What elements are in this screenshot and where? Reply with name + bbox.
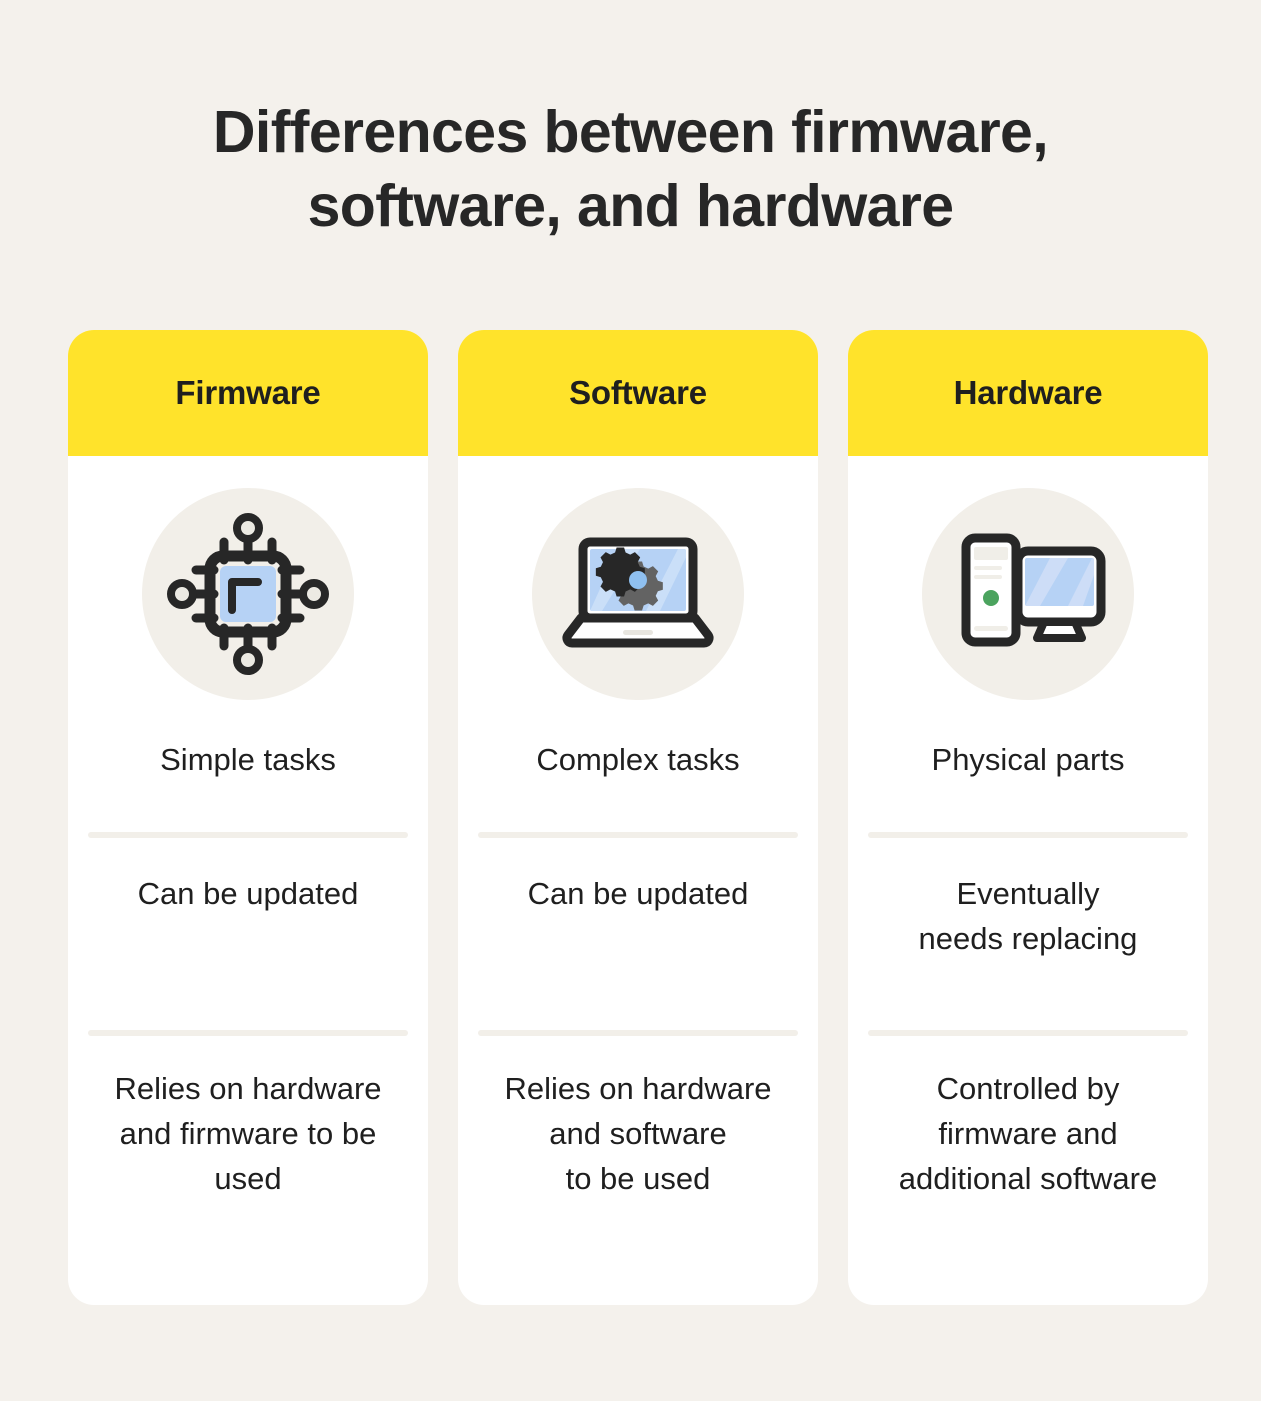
icon-circle-hardware xyxy=(922,488,1134,700)
laptop-gear-icon xyxy=(550,506,726,682)
row-software-1-text: Complex tasks xyxy=(536,742,740,777)
card-header-label-firmware: Firmware xyxy=(175,374,321,411)
row-hardware-1-text: Physical parts xyxy=(931,742,1125,777)
icon-circle-firmware xyxy=(142,488,354,700)
card-header-firmware: Firmware xyxy=(68,330,428,456)
row-hardware-1: Physical parts xyxy=(848,732,1208,832)
card-header-software: Software xyxy=(458,330,818,456)
row-hardware-2: Eventually needs replacing xyxy=(848,838,1208,1030)
card-header-label-hardware: Hardware xyxy=(953,374,1103,411)
row-software-3-text: Relies on hardware and software to be us… xyxy=(504,1071,772,1196)
card-header-hardware: Hardware xyxy=(848,330,1208,456)
page-title: Differences between firmware, software, … xyxy=(0,95,1261,243)
row-firmware-2: Can be updated xyxy=(68,838,428,1030)
desktop-computer-icon xyxy=(940,506,1116,682)
card-software: Software Complex tasks Can be updated Re… xyxy=(458,330,818,1305)
card-hardware: Hardware Physical parts Eventually needs… xyxy=(848,330,1208,1305)
row-firmware-3: Relies on hardware and firmware to be us… xyxy=(68,1036,428,1246)
microchip-icon xyxy=(160,506,336,682)
card-firmware: Firmware Simple tasks Can be updated Rel… xyxy=(68,330,428,1305)
rows-software: Complex tasks Can be updated Relies on h… xyxy=(458,732,818,1305)
rows-firmware: Simple tasks Can be updated Relies on ha… xyxy=(68,732,428,1305)
row-software-2: Can be updated xyxy=(458,838,818,1030)
icon-wrap-firmware xyxy=(68,456,428,732)
icon-wrap-hardware xyxy=(848,456,1208,732)
row-firmware-2-text: Can be updated xyxy=(137,876,359,911)
row-software-1: Complex tasks xyxy=(458,732,818,832)
icon-circle-software xyxy=(532,488,744,700)
row-hardware-3: Controlled by firmware and additional so… xyxy=(848,1036,1208,1246)
page-title-line-1: Differences between firmware, xyxy=(212,99,1049,165)
row-software-2-text: Can be updated xyxy=(527,876,749,911)
row-software-3: Relies on hardware and software to be us… xyxy=(458,1036,818,1246)
rows-hardware: Physical parts Eventually needs replacin… xyxy=(848,732,1208,1305)
comparison-cards: Firmware Simple tasks Can be updated Rel… xyxy=(68,330,1208,1305)
row-hardware-2-text: Eventually needs replacing xyxy=(918,876,1138,956)
card-header-label-software: Software xyxy=(569,374,707,411)
row-firmware-1: Simple tasks xyxy=(68,732,428,832)
row-hardware-3-text: Controlled by firmware and additional so… xyxy=(898,1071,1158,1196)
page-title-line-2: software, and hardware xyxy=(307,173,954,239)
row-firmware-1-text: Simple tasks xyxy=(160,742,336,777)
icon-wrap-software xyxy=(458,456,818,732)
row-firmware-3-text: Relies on hardware and firmware to be us… xyxy=(114,1071,382,1196)
